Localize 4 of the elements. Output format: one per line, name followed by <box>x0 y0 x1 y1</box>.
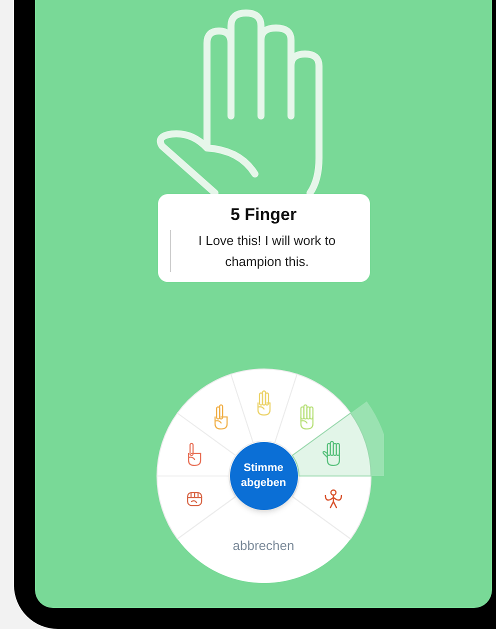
vote-option[interactable] <box>291 412 371 476</box>
result-title: 5 Finger <box>230 204 297 226</box>
cancel-button[interactable]: abbrechen <box>224 536 304 556</box>
result-description: I Love this! I will work to champion this. <box>197 232 337 271</box>
